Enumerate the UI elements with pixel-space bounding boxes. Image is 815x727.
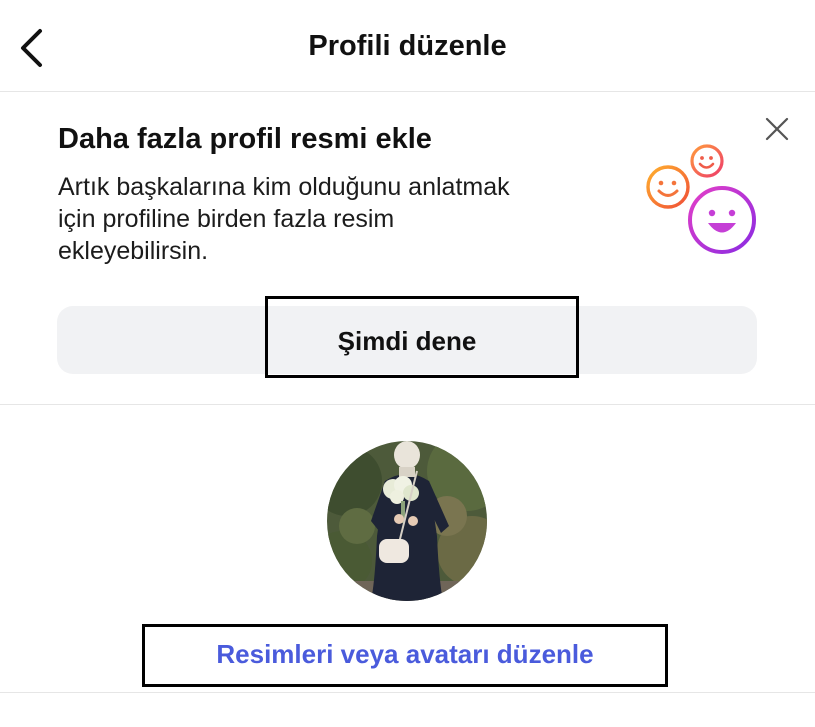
profile-photo-section: Resimleri veya avatarı düzenle [0, 405, 815, 693]
page-title: Profili düzenle [308, 30, 507, 62]
promo-description-line: Artık başkalarına kim olduğunu anlatmak [58, 173, 510, 201]
try-now-button[interactable]: Şimdi dene [57, 296, 757, 378]
edit-photos-avatar-label: Resimleri veya avatarı düzenle [216, 639, 594, 669]
multi-photo-promo: Daha fazla profil resmi ekle Artık başka… [0, 92, 815, 405]
promo-title: Daha fazla profil resmi ekle [58, 123, 432, 155]
try-now-label: Şimdi dene [337, 326, 477, 356]
promo-description: Artık başkalarına kim olduğunu anlatmak … [58, 171, 618, 267]
promo-description-line: ekleyebilirsin. [58, 237, 209, 265]
close-icon [765, 117, 789, 141]
edit-profile-page: Profili düzenle Daha fazla profil resmi … [0, 0, 815, 727]
smiley-faces-icon [640, 140, 765, 255]
top-bar: Profili düzenle [0, 0, 815, 92]
profile-photo [327, 441, 487, 601]
avatar[interactable] [327, 441, 487, 601]
promo-description-line: için profiline birden fazla resim [58, 205, 395, 233]
close-promo-button[interactable] [762, 114, 792, 144]
edit-photos-avatar-link[interactable]: Resimleri veya avatarı düzenle [142, 624, 668, 687]
